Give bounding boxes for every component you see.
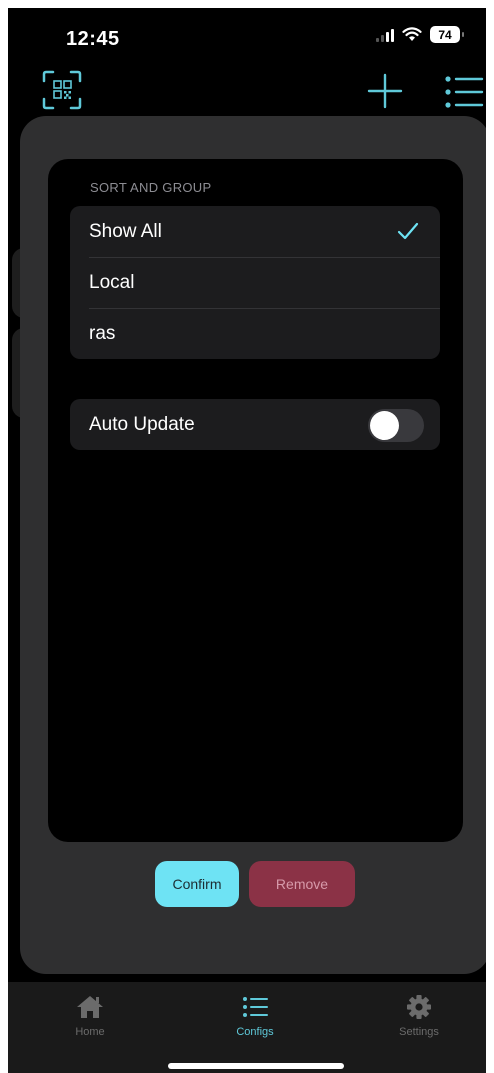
app-screen: 12:45 74 SORT AND GROUP Show All Local r…: [8, 8, 486, 1073]
list-icon[interactable]: [444, 74, 484, 110]
remove-button[interactable]: Remove: [249, 861, 355, 907]
confirm-button[interactable]: Confirm: [155, 861, 239, 907]
wifi-icon: [402, 27, 422, 41]
option-label: Local: [89, 271, 135, 293]
option-local[interactable]: Local: [70, 257, 440, 308]
tab-label: Home: [75, 1026, 105, 1038]
options-panel: SORT AND GROUP Show All Local ras Auto U…: [48, 159, 463, 842]
list-icon: [243, 997, 268, 1017]
auto-update-toggle[interactable]: [368, 409, 424, 442]
home-indicator: [168, 1063, 344, 1069]
auto-update-label: Auto Update: [89, 413, 195, 435]
home-icon: [77, 996, 103, 1018]
tab-configs[interactable]: Configs: [210, 994, 300, 1038]
status-icons: 74: [376, 26, 464, 43]
option-label: ras: [89, 322, 116, 344]
auto-update-row: Auto Update: [70, 399, 440, 450]
signal-icon: [376, 28, 394, 42]
tab-label: Configs: [236, 1026, 274, 1038]
toggle-knob: [370, 411, 399, 440]
tab-settings[interactable]: Settings: [374, 994, 464, 1038]
option-label: Show All: [89, 220, 162, 242]
section-header: SORT AND GROUP: [90, 180, 212, 195]
qr-code-icon[interactable]: [42, 70, 82, 110]
tab-home[interactable]: Home: [45, 994, 135, 1038]
battery-icon: 74: [430, 26, 464, 43]
gear-icon: [407, 995, 431, 1019]
sort-group-sheet: SORT AND GROUP Show All Local ras Auto U…: [20, 116, 486, 974]
tab-label: Settings: [399, 1026, 439, 1038]
option-ras[interactable]: ras: [70, 308, 440, 359]
checkmark-icon: [397, 222, 419, 240]
sort-options-list: Show All Local ras: [70, 206, 440, 359]
option-show-all[interactable]: Show All: [70, 206, 440, 257]
plus-icon[interactable]: [366, 72, 404, 110]
status-time: 12:45: [66, 28, 120, 50]
auto-update-group: Auto Update: [70, 399, 440, 450]
tab-bar: Home Configs Settings: [8, 982, 486, 1073]
